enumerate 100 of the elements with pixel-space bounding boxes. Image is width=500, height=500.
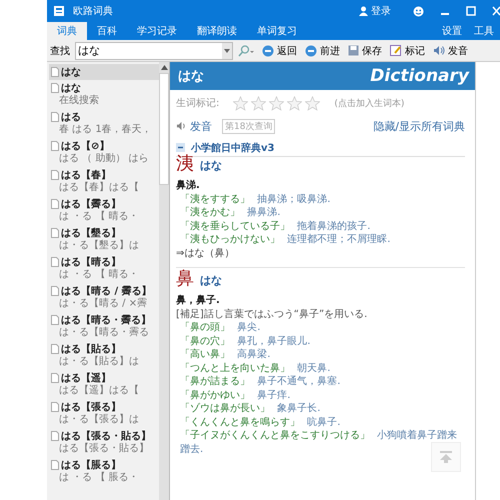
example-sentence: 「鼻の頭」 鼻尖. [179, 321, 262, 334]
menu-link[interactable]: 设置 [436, 22, 468, 40]
example-sentence: 「洟をかむ」 擤鼻涕. [179, 206, 282, 220]
menu-link[interactable]: 工具 [468, 22, 500, 40]
toolbar-button[interactable]: 返回 [259, 44, 300, 58]
arrow-up-icon [439, 451, 453, 463]
user-icon [359, 6, 368, 16]
star-icon[interactable] [287, 96, 302, 110]
word-preview: 春 はる 1春，春天， [58, 123, 153, 136]
lookup-count-badge: 第18次查询 [222, 118, 276, 134]
scroll-thumb[interactable] [159, 73, 169, 185]
word-text: はる【晴る・霽る】 [61, 314, 151, 326]
word-list-item[interactable]: はる【⊘】 はる （ 助動） はら [49, 138, 159, 167]
save-icon [348, 45, 359, 56]
word-text: はる【遥】 [61, 371, 111, 384]
toggle-dictionaries-link[interactable]: 隐藏/显示所有词典 [373, 118, 465, 134]
note-pencil-icon [390, 45, 402, 56]
definition-text: 鼻，鼻子. [176, 294, 221, 308]
word-list-item[interactable]: はる【晴る / 霽る】 は・る【晴る / ×霽 [49, 283, 159, 312]
word-list-item[interactable]: はな 在线搜索 [49, 80, 159, 109]
word-list-item[interactable]: はる【貼る】 は・る【貼る】は [49, 341, 159, 370]
example-sentence: 「くんくんと鼻を鳴らす」 吭鼻子. [179, 416, 342, 429]
document-icon [51, 112, 59, 122]
word-list-item[interactable]: はる 春 はる 1春，春天， [49, 109, 159, 138]
word-list-item[interactable]: はる【春】 はる【春】はる【 [49, 167, 159, 196]
example-sentence: 「鼻の穴」 鼻孔，鼻子眼儿. [179, 334, 312, 348]
document-icon [51, 140, 59, 150]
star-icon[interactable] [233, 96, 248, 110]
document-icon [51, 256, 59, 266]
word-list-item[interactable]: はる【晴る】 は ・る 【 晴る・ [49, 254, 159, 283]
example-sentence: 「洟を垂らしている子」 拖着鼻涕的孩子. [179, 220, 372, 233]
toolbar-button[interactable]: 前进 [302, 44, 343, 58]
word-preview: 在线搜索 [58, 94, 100, 107]
menu-tab[interactable]: 百科 [87, 22, 127, 40]
word-list-item[interactable]: はな [49, 64, 159, 80]
toolbar-button[interactable]: 发音 [430, 44, 471, 58]
menu-tab[interactable]: 翻译朗读 [187, 22, 247, 40]
smiley-icon[interactable] [413, 6, 424, 16]
word-text: はる【晴る】 [61, 256, 121, 268]
search-label: 查找 [49, 44, 71, 58]
document-icon [51, 314, 59, 324]
word-list-item[interactable]: はる【霽る】 は ・る 【 晴る・ [49, 196, 159, 225]
star-icon[interactable] [251, 96, 266, 110]
word-preview: は・る【張る】は [58, 413, 140, 426]
word-list-item[interactable]: はる【張る】 は・る【張る】は [49, 399, 159, 428]
note-text: [補足]話し言葉ではふつう“鼻子”を用いる. [176, 308, 368, 321]
reading-text: はな [200, 159, 222, 172]
maximize-icon[interactable] [466, 6, 476, 16]
example-sentence: 「ゾウは鼻が長い」 象鼻子长. [179, 402, 322, 416]
example-sentence: 「鼻がかゆい」 鼻子痒. [179, 388, 292, 402]
word-list-item[interactable]: はる【遥】 はる【遥】はる【 [49, 370, 159, 399]
example-sentence: 「子イヌがくんくんと鼻をこすりつける」 小狗噴着鼻子蹭来蹭去. [179, 429, 458, 456]
speaker-icon [176, 121, 187, 131]
word-text: はな [61, 82, 81, 94]
word-list-item[interactable]: はる【墾る】 は・る【墾る】は [49, 225, 159, 254]
word-preview: はる【春】はる【 [58, 181, 140, 194]
word-list-item[interactable]: はる【脹る】 は ・る 【 脹る・ [49, 457, 159, 486]
scroll-to-top-button[interactable] [431, 442, 461, 472]
star-label: 生词标记: [176, 96, 220, 110]
example-sentence: 「つんと上を向いた鼻」 朝天鼻. [179, 362, 332, 375]
word-list-item[interactable]: はる【晴る・霽る】 は・る【晴る・霽る [49, 312, 159, 341]
close-icon[interactable] [492, 6, 500, 16]
pronounce-button[interactable]: 发音 [176, 118, 212, 134]
entry-word: はな [178, 68, 204, 85]
word-preview: はる （ 助動） はら [58, 152, 150, 165]
word-text: はる【張る】 [61, 400, 121, 414]
dropdown-caret-icon[interactable] [224, 48, 230, 52]
scroll-up-icon[interactable] [160, 65, 168, 70]
menu-tab[interactable]: 词典 [47, 22, 87, 40]
toolbar-button[interactable]: 标记 [387, 44, 428, 58]
brand-text: Dictionary [370, 66, 469, 86]
collapse-icon[interactable] [176, 143, 185, 152]
word-text: はる【春】 [61, 168, 111, 182]
word-preview: は ・る 【 晴る・ [58, 268, 140, 281]
speaker-icon [433, 45, 445, 56]
window-title: 欧路词典 [73, 4, 113, 18]
menu-tab[interactable]: 单词复习 [247, 22, 307, 40]
menu-tab[interactable]: 学习记录 [127, 22, 187, 40]
dictionary-name[interactable]: 小学館日中辞典v3 [191, 140, 274, 154]
star-icon[interactable] [305, 96, 320, 110]
word-text: はる【晴る / 霽る】 [61, 284, 152, 298]
example-sentence: 「鼻が詰まる」 鼻子不通气，鼻塞. [179, 375, 342, 388]
word-text: はる [61, 110, 81, 124]
document-icon [51, 170, 59, 180]
word-preview: は・る【晴る / ×霽 [58, 297, 148, 310]
word-preview: は ・る 【 晴る・ [58, 210, 140, 223]
star-icon[interactable] [269, 96, 284, 110]
toolbar-button[interactable]: 保存 [345, 44, 385, 58]
search-field[interactable]: はな [75, 42, 233, 60]
word-text: はる【霽る】 [61, 198, 121, 210]
word-preview: はる【遥】はる【 [58, 384, 140, 397]
document-icon [51, 286, 59, 296]
word-list-item[interactable]: はる【張る・貼る】 はる【張る・貼る】 [49, 428, 159, 457]
word-preview: は・る【晴る・霽る [58, 326, 150, 339]
word-text: はる【脹る】 [61, 458, 121, 472]
word-text: はる【墾る】 [61, 226, 121, 240]
word-preview: は・る【貼る】は [58, 355, 140, 368]
scrollbar[interactable] [159, 62, 169, 500]
word-preview: は ・る 【 脹る・ [58, 471, 140, 484]
login-button[interactable]: 登录 [359, 4, 397, 18]
